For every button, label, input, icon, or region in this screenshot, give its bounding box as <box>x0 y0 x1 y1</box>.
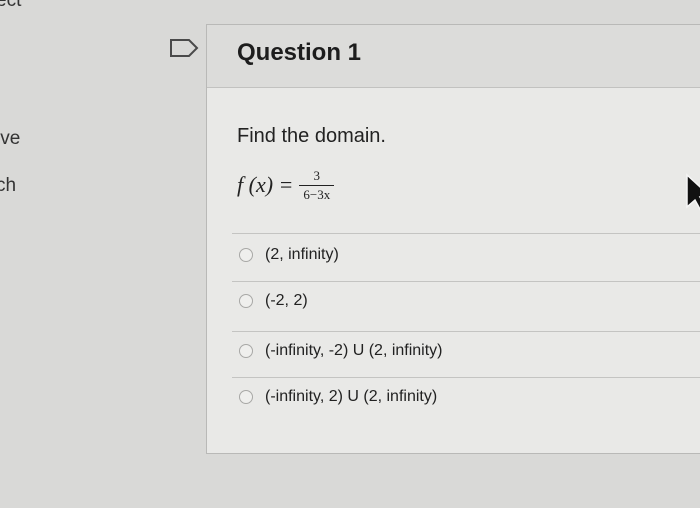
question-card: Question 1 Find the domain. f (x) = 3 6−… <box>206 24 700 454</box>
question-title: Question 1 <box>237 39 362 66</box>
answer-option[interactable]: (-infinity, -2) U (2, infinity) <box>237 339 443 363</box>
answer-option[interactable]: (2, infinity) <box>237 243 339 267</box>
radio-button[interactable] <box>239 390 253 404</box>
formula-lhs: f (x) = <box>237 172 294 197</box>
left-nav: ect ive ch <box>0 0 160 508</box>
formula-numerator: 3 <box>313 167 321 183</box>
radio-button[interactable] <box>239 294 253 308</box>
option-label: (-infinity, 2) U (2, infinity) <box>265 388 438 405</box>
option-label: (-2, 2) <box>265 292 308 309</box>
option-label: (2, infinity) <box>265 246 339 263</box>
flag-icon[interactable] <box>169 38 199 58</box>
nav-item-search[interactable]: ch <box>0 175 16 197</box>
radio-button[interactable] <box>239 344 253 358</box>
divider <box>232 331 700 332</box>
radio-button[interactable] <box>239 248 253 262</box>
nav-item-live[interactable]: ive <box>0 128 20 150</box>
answer-option[interactable]: (-infinity, 2) U (2, infinity) <box>237 385 437 409</box>
divider <box>232 281 700 282</box>
answer-option[interactable]: (-2, 2) <box>237 289 308 313</box>
question-header: Question 1 <box>207 25 700 88</box>
divider <box>232 377 700 378</box>
question-prompt: Find the domain. <box>237 125 386 147</box>
option-label: (-infinity, -2) U (2, infinity) <box>265 342 443 359</box>
divider <box>232 233 700 234</box>
mouse-pointer-icon <box>683 173 700 218</box>
formula-denominator: 6−3x <box>299 184 335 203</box>
function-formula: f (x) = 3 6−3x <box>237 165 335 205</box>
nav-item-select[interactable]: ect <box>0 0 21 12</box>
formula-fraction: 3 6−3x <box>299 167 335 203</box>
